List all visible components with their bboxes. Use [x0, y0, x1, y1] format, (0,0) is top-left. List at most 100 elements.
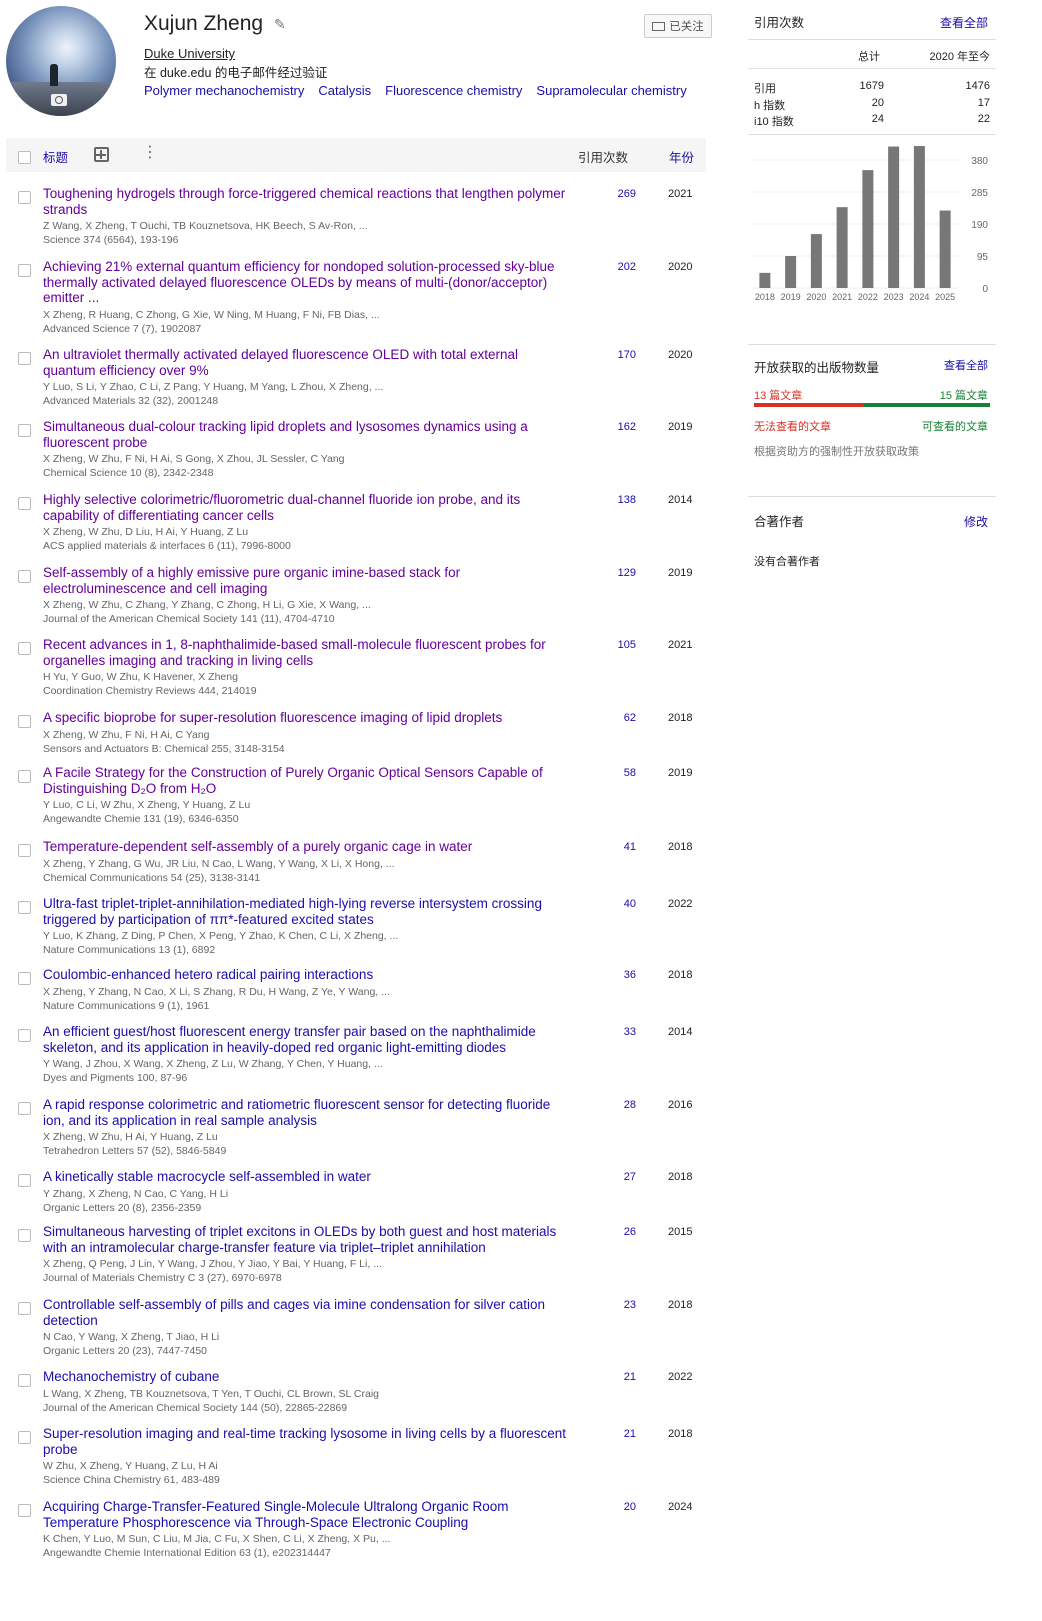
row-checkbox[interactable]	[18, 497, 31, 510]
camera-icon[interactable]	[51, 94, 67, 106]
article-authors: X Zheng, W Zhu, D Liu, H Ai, Y Huang, Z …	[43, 526, 249, 538]
article-title-link[interactable]: A rapid response colorimetric and ratiom…	[43, 1097, 571, 1128]
avatar[interactable]	[6, 6, 116, 116]
row-checkbox[interactable]	[18, 264, 31, 277]
article-title-link[interactable]: An ultraviolet thermally activated delay…	[43, 347, 571, 378]
edit-pencil-icon[interactable]: ✎	[274, 16, 286, 33]
cited-by-link[interactable]: 202	[596, 261, 636, 273]
sort-by-cited[interactable]: 引用次数	[578, 147, 628, 166]
sort-by-year[interactable]: 年份	[669, 147, 694, 166]
row-checkbox[interactable]	[18, 570, 31, 583]
article-title-link[interactable]: Recent advances in 1, 8-naphthalimide-ba…	[43, 637, 571, 668]
article-venue: Science 374 (6564), 193-196	[43, 234, 179, 246]
row-checkbox[interactable]	[18, 844, 31, 857]
chart-bar[interactable]	[810, 234, 822, 288]
article-title-link[interactable]: A specific bioprobe for super-resolution…	[43, 710, 571, 726]
cited-by-link[interactable]: 41	[596, 841, 636, 853]
article-title-link[interactable]: A kinetically stable macrocycle self-ass…	[43, 1169, 571, 1185]
article-title-link[interactable]: Acquiring Charge-Transfer-Featured Singl…	[43, 1499, 571, 1530]
row-checkbox[interactable]	[18, 642, 31, 655]
article-authors: Y Luo, S Li, Y Zhao, C Li, Z Pang, Y Hua…	[43, 381, 384, 393]
cited-by-link[interactable]: 170	[596, 349, 636, 361]
interest-link[interactable]: Supramolecular chemistry	[536, 83, 686, 98]
citation-view-all-link[interactable]: 查看全部	[940, 14, 988, 31]
stats-since: 17	[977, 97, 990, 109]
row-checkbox[interactable]	[18, 1302, 31, 1315]
cited-by-link[interactable]: 23	[596, 1299, 636, 1311]
stats-label: i10 指数	[754, 116, 794, 128]
cited-by-link[interactable]: 36	[596, 969, 636, 981]
follow-button[interactable]: 已关注	[644, 14, 712, 38]
stats-label: h 指数	[754, 100, 786, 112]
cited-by-link[interactable]: 40	[596, 898, 636, 910]
interest-link[interactable]: Catalysis	[318, 83, 371, 98]
row-checkbox[interactable]	[18, 1431, 31, 1444]
article-venue: Nature Communications 13 (1), 6892	[43, 944, 216, 956]
row-checkbox[interactable]	[18, 1102, 31, 1115]
coauthors-edit-link[interactable]: 修改	[964, 513, 988, 530]
cited-by-link[interactable]: 269	[596, 188, 636, 200]
article-title-link[interactable]: Super-resolution imaging and real-time t…	[43, 1426, 571, 1457]
row-checkbox[interactable]	[18, 191, 31, 204]
article-title-link[interactable]: Achieving 21% external quantum efficienc…	[43, 259, 571, 306]
profile-affiliation[interactable]: Duke University	[144, 46, 235, 61]
article-authors: X Zheng, Y Zhang, G Wu, JR Liu, N Cao, L…	[43, 857, 395, 870]
mandate-note[interactable]: 根据资助方的强制性开放获取政策	[754, 443, 919, 459]
select-all-checkbox[interactable]	[18, 151, 31, 164]
cited-by-link[interactable]: 129	[596, 567, 636, 579]
cited-by-link[interactable]: 28	[596, 1099, 636, 1111]
cited-by-link[interactable]: 33	[596, 1026, 636, 1038]
cited-by-link[interactable]: 162	[596, 421, 636, 433]
chart-bar[interactable]	[913, 146, 925, 288]
cited-by-link[interactable]: 58	[596, 767, 636, 779]
interest-link[interactable]: Polymer mechanochemistry	[144, 83, 304, 98]
row-checkbox[interactable]	[18, 901, 31, 914]
article-title-link[interactable]: Toughening hydrogels through force-trigg…	[43, 186, 571, 217]
citation-stats-header: 引用次数 查看全部	[748, 6, 996, 38]
row-checkbox[interactable]	[18, 1229, 31, 1242]
row-checkbox[interactable]	[18, 770, 31, 783]
sort-by-title[interactable]: 标题	[43, 147, 68, 166]
article-title-link[interactable]: Mechanochemistry of cubane	[43, 1369, 571, 1385]
article-title-link[interactable]: An efficient guest/host fluorescent ener…	[43, 1024, 571, 1055]
chart-bar[interactable]	[888, 146, 900, 288]
row-checkbox[interactable]	[18, 715, 31, 728]
article-title-link[interactable]: A Facile Strategy for the Construction o…	[43, 765, 571, 796]
open-access-view-all-link[interactable]: 查看全部	[944, 357, 988, 373]
cited-by-link[interactable]: 27	[596, 1171, 636, 1183]
row-checkbox[interactable]	[18, 1504, 31, 1517]
cited-by-link[interactable]: 138	[596, 494, 636, 506]
row-checkbox[interactable]	[18, 1174, 31, 1187]
article-authors: X Zheng, W Zhu, H Ai, Y Huang, Z Lu	[43, 1131, 218, 1143]
article-title-link[interactable]: Simultaneous dual-colour tracking lipid …	[43, 419, 571, 450]
article-venue: Dyes and Pigments 100, 87-96	[43, 1072, 188, 1084]
citations-bar-chart: 0 95 190 285 380 2018 2019 2020 2021 2022 2023 2024…	[752, 146, 988, 302]
cited-by-link[interactable]: 20	[596, 1501, 636, 1513]
row-checkbox[interactable]	[18, 424, 31, 437]
cited-by-link[interactable]: 21	[596, 1428, 636, 1440]
interest-link[interactable]: Fluorescence chemistry	[385, 83, 522, 98]
article-title-link[interactable]: Coulombic-enhanced hetero radical pairin…	[43, 967, 571, 983]
cited-by-link[interactable]: 62	[596, 712, 636, 724]
chart-bar[interactable]	[759, 272, 771, 288]
article-title-link[interactable]: Controllable self-assembly of pills and …	[43, 1297, 571, 1328]
article-title-link[interactable]: Ultra-fast triplet-triplet-annihilation-…	[43, 896, 571, 927]
cited-by-link[interactable]: 21	[596, 1371, 636, 1383]
row-checkbox[interactable]	[18, 972, 31, 985]
row-checkbox[interactable]	[18, 1029, 31, 1042]
article-authors: X Zheng, W Zhu, C Zhang, Y Zhang, C Zhon…	[43, 599, 371, 611]
cited-by-link[interactable]: 105	[596, 639, 636, 651]
chart-bar[interactable]	[836, 207, 848, 288]
row-checkbox[interactable]	[18, 352, 31, 365]
row-checkbox[interactable]	[18, 1374, 31, 1387]
article-title-link[interactable]: Temperature-dependent self-assembly of a…	[43, 839, 571, 855]
add-article-icon[interactable]	[94, 147, 109, 162]
article-title-link[interactable]: Simultaneous harvesting of triplet excit…	[43, 1224, 571, 1255]
article-title-link[interactable]: Self-assembly of a highly emissive pure …	[43, 565, 571, 596]
chart-bar[interactable]	[785, 256, 797, 288]
chart-bar[interactable]	[939, 210, 951, 288]
article-title-link[interactable]: Highly selective colorimetric/fluorometr…	[43, 492, 571, 523]
chart-bar[interactable]	[862, 170, 874, 288]
more-options-icon[interactable]: ⋮	[142, 145, 158, 161]
cited-by-link[interactable]: 26	[596, 1226, 636, 1238]
